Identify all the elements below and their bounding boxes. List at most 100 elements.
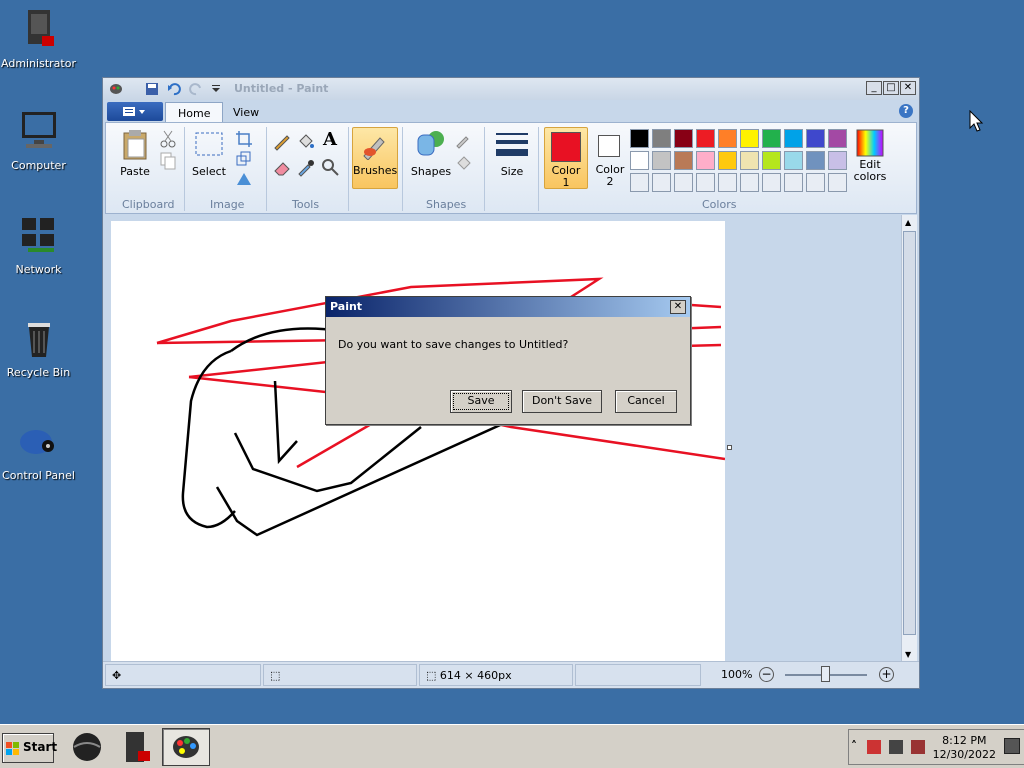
palette-swatch[interactable]	[828, 129, 847, 148]
palette-swatch-empty[interactable]	[696, 173, 715, 192]
eraser-icon[interactable]	[272, 157, 292, 177]
maximize-button[interactable]: □	[883, 81, 899, 95]
tab-home[interactable]: Home	[165, 102, 224, 123]
paint-app-icon[interactable]	[109, 82, 123, 96]
palette-swatch[interactable]	[718, 129, 737, 148]
outline-icon[interactable]	[454, 131, 474, 151]
clock[interactable]: 8:12 PM 12/30/2022	[933, 734, 996, 762]
color-picker-icon[interactable]	[296, 157, 316, 177]
palette-swatch-empty[interactable]	[740, 173, 759, 192]
desktop-icon-recycle-bin[interactable]: Recycle Bin	[0, 317, 77, 379]
start-button[interactable]: Start	[2, 733, 57, 763]
palette-swatch[interactable]	[674, 129, 693, 148]
close-button[interactable]: ✕	[900, 81, 916, 95]
help-icon[interactable]: ?	[899, 104, 913, 118]
dialog-close-button[interactable]: ✕	[670, 300, 686, 314]
scrollbar-thumb[interactable]	[903, 231, 916, 635]
size-button[interactable]: Size	[494, 165, 530, 178]
palette-swatch[interactable]	[806, 129, 825, 148]
palette-swatch[interactable]	[696, 129, 715, 148]
palette-swatch[interactable]	[784, 129, 803, 148]
color2-button[interactable]: Color 2	[590, 127, 630, 189]
admin-taskbar-icon[interactable]	[114, 729, 160, 765]
canvas-resize-handle[interactable]	[727, 445, 732, 450]
paint-taskbar-button[interactable]	[162, 728, 210, 766]
scroll-up-icon[interactable]: ▲	[905, 218, 911, 227]
drawing-canvas[interactable]	[111, 221, 726, 661]
network-tray-icon[interactable]	[889, 740, 903, 754]
shapes-button[interactable]: Shapes	[408, 165, 454, 178]
palette-swatch[interactable]	[652, 151, 671, 170]
save-button[interactable]: Save	[450, 390, 512, 413]
zoom-in-button[interactable]: +	[879, 667, 894, 682]
palette-swatch[interactable]	[784, 151, 803, 170]
palette-swatch[interactable]	[740, 129, 759, 148]
dialog-title[interactable]: Paint	[326, 297, 690, 317]
palette-swatch-empty[interactable]	[828, 173, 847, 192]
palette-swatch-empty[interactable]	[674, 173, 693, 192]
palette-swatch[interactable]	[674, 151, 693, 170]
vertical-scrollbar[interactable]: ▲ ▼	[901, 215, 917, 661]
palette-swatch-empty[interactable]	[784, 173, 803, 192]
shapes-icon[interactable]	[414, 129, 448, 159]
paste-icon[interactable]	[120, 129, 150, 161]
browser-taskbar-icon[interactable]	[64, 729, 110, 765]
customize-qat-icon[interactable]	[209, 82, 223, 96]
palette-swatch-empty[interactable]	[806, 173, 825, 192]
desktop-icon-control-panel[interactable]: Control Panel	[0, 420, 77, 482]
palette-swatch[interactable]	[762, 151, 781, 170]
cancel-button[interactable]: Cancel	[615, 390, 677, 413]
file-menu-button[interactable]	[107, 102, 163, 121]
palette-swatch[interactable]	[762, 129, 781, 148]
edit-colors-button[interactable]: Edit colors	[848, 159, 892, 183]
size-icon[interactable]	[496, 131, 528, 159]
color2-label: Color 2	[595, 163, 625, 188]
desktop-icon-administrator[interactable]: Administrator	[0, 8, 77, 70]
fill-style-icon[interactable]	[454, 153, 474, 173]
redo-icon[interactable]	[189, 82, 203, 96]
minimize-button[interactable]: _	[866, 81, 882, 95]
desktop-icon-network[interactable]: Network	[0, 214, 77, 276]
scroll-down-icon[interactable]: ▼	[905, 650, 911, 659]
dont-save-button[interactable]: Don't Save	[522, 390, 602, 413]
cut-icon[interactable]	[158, 129, 178, 149]
palette-swatch[interactable]	[806, 151, 825, 170]
show-desktop-icon[interactable]	[1004, 738, 1020, 754]
copy-icon[interactable]	[158, 151, 178, 171]
tray-expand-button[interactable]: ˄	[851, 739, 857, 753]
palette-swatch[interactable]	[740, 151, 759, 170]
palette-swatch-empty[interactable]	[762, 173, 781, 192]
zoom-slider-thumb[interactable]	[821, 666, 830, 682]
select-icon[interactable]	[194, 131, 224, 159]
fill-icon[interactable]	[296, 131, 316, 151]
palette-swatch[interactable]	[718, 151, 737, 170]
status-bar: ✥ ⬚ ⬚ 614 × 460px 100% − +	[103, 661, 919, 688]
paste-button[interactable]: Paste	[118, 165, 152, 178]
undo-icon[interactable]	[167, 82, 181, 96]
select-button[interactable]: Select	[190, 165, 228, 178]
pencil-icon[interactable]	[272, 131, 292, 151]
palette-swatch-empty[interactable]	[718, 173, 737, 192]
color1-button[interactable]: Color 1	[544, 127, 588, 189]
title-bar[interactable]: Untitled - Paint _ □ ✕	[103, 78, 919, 100]
palette-swatch[interactable]	[652, 129, 671, 148]
save-icon[interactable]	[145, 82, 159, 96]
palette-swatch[interactable]	[630, 129, 649, 148]
magnifier-icon[interactable]	[320, 157, 340, 177]
palette-swatch-empty[interactable]	[652, 173, 671, 192]
palette-swatch[interactable]	[828, 151, 847, 170]
volume-tray-icon[interactable]	[911, 740, 925, 754]
palette-swatch-empty[interactable]	[630, 173, 649, 192]
action-center-icon[interactable]	[867, 740, 881, 754]
rotate-icon[interactable]	[234, 169, 254, 189]
tab-view[interactable]: View	[221, 102, 271, 123]
text-tool-icon[interactable]: A	[320, 130, 340, 150]
palette-swatch[interactable]	[696, 151, 715, 170]
crop-icon[interactable]	[234, 129, 254, 149]
brushes-button[interactable]: Brushes	[352, 127, 398, 189]
resize-icon[interactable]	[234, 149, 254, 169]
palette-swatch[interactable]	[630, 151, 649, 170]
zoom-out-button[interactable]: −	[759, 667, 774, 682]
desktop-icon-computer[interactable]: Computer	[0, 110, 77, 172]
edit-colors-icon[interactable]	[856, 129, 884, 157]
